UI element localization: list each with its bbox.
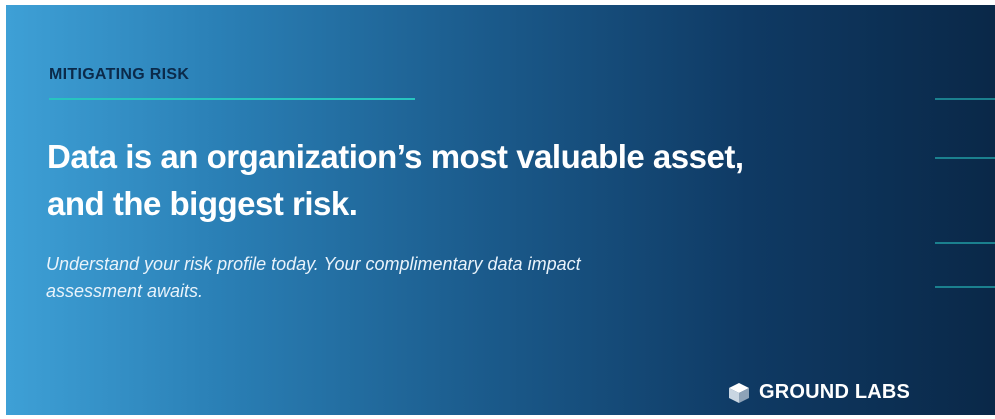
logo-wordmark: GROUND LABS [759,381,911,403]
subheadline-line-1: Understand your risk profile today. Your… [46,254,581,274]
decorative-line [935,98,995,100]
subheadline-line-2: assessment awaits. [46,281,204,301]
headline-line-2: and the biggest risk. [47,185,358,222]
eyebrow-underline [49,98,415,100]
decorative-line [935,157,995,159]
ground-labs-logo[interactable]: GROUND LABS [728,381,910,404]
decorative-line [935,286,995,288]
ground-labs-logo-icon [729,382,749,403]
promo-banner[interactable]: MITIGATING RISK Data is an organization’… [6,5,995,415]
eyebrow-label: MITIGATING RISK [49,66,190,83]
decorative-line [935,242,995,244]
headline-line-1: Data is an organization’s most valuable … [47,138,744,175]
subheadline: Understand your risk profile today. Your… [46,251,766,305]
headline: Data is an organization’s most valuable … [47,133,827,227]
